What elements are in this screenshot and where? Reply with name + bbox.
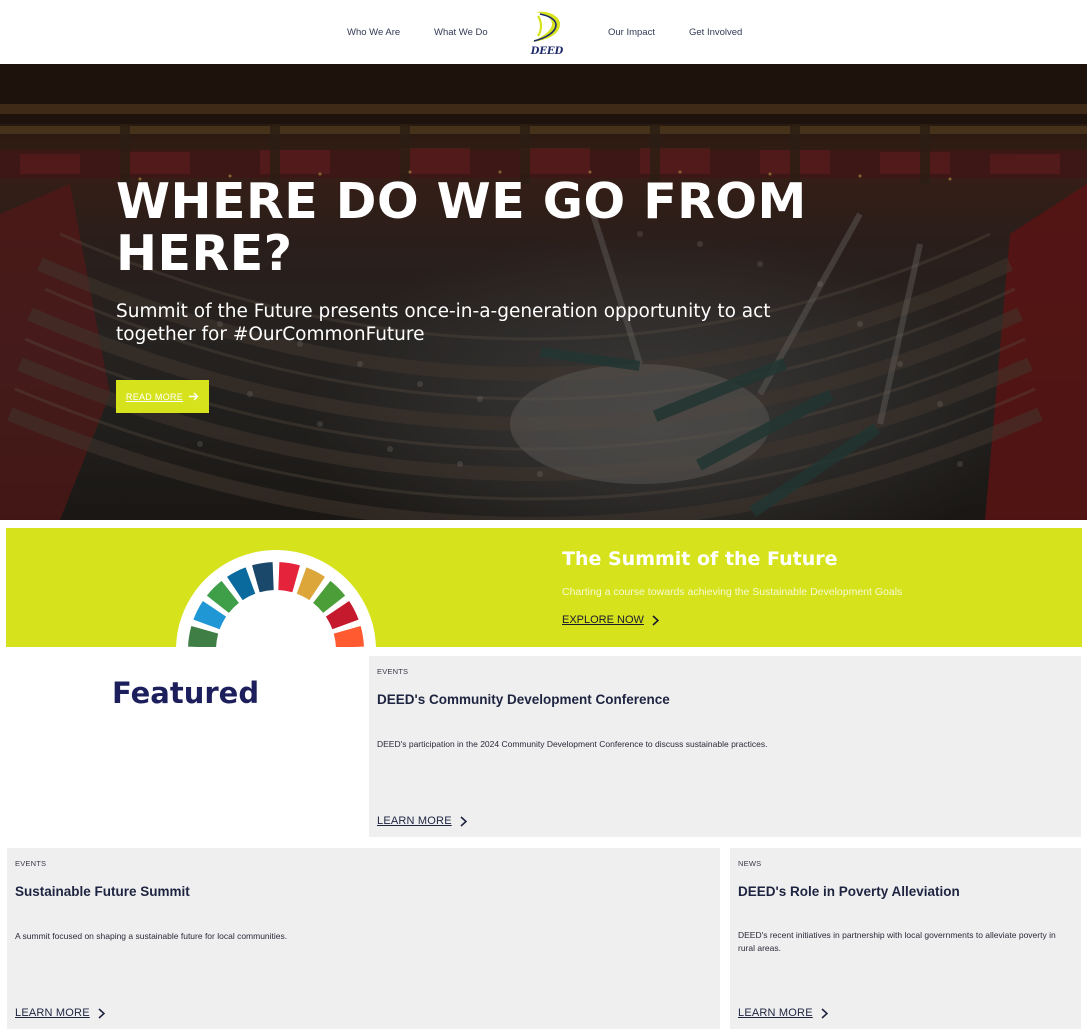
nav-get-involved[interactable]: Get Involved <box>689 27 742 38</box>
card-description: A summit focused on shaping a sustainabl… <box>15 931 288 941</box>
chevron-right-icon <box>821 1007 828 1019</box>
featured-card-summit[interactable]: EVENTS Sustainable Future Summit A summi… <box>7 848 720 1029</box>
site-header: Who We Are What We Do DEED Our Impact Ge… <box>0 0 1087 64</box>
chevron-right-icon <box>652 614 659 626</box>
chevron-right-icon <box>98 1007 105 1019</box>
nav-our-impact[interactable]: Our Impact <box>608 27 655 38</box>
deed-logo[interactable]: DEED <box>526 6 568 60</box>
hero-subtitle: Summit of the Future presents once-in-a-… <box>116 301 771 345</box>
card-category: EVENTS <box>15 859 47 868</box>
explore-now-link[interactable]: EXPLORE NOW <box>562 614 659 626</box>
featured-heading: Featured <box>112 676 260 710</box>
nav-who-we-are[interactable]: Who We Are <box>347 27 400 38</box>
card-title: DEED's Community Development Conference <box>377 692 670 707</box>
learn-more-label: LEARN MORE <box>15 1007 90 1019</box>
chevron-right-icon <box>460 815 467 827</box>
card-title: DEED's Role in Poverty Alleviation <box>738 884 960 899</box>
read-more-label: READ MORE <box>125 391 184 402</box>
banner-title: The Summit of the Future <box>562 548 838 570</box>
banner-description: Charting a course towards achieving the … <box>562 586 903 598</box>
card-description: DEED's participation in the 2024 Communi… <box>377 739 768 749</box>
sdg-wheel-icon <box>176 550 376 647</box>
summit-banner: The Summit of the Future Charting a cour… <box>6 528 1082 647</box>
logo-wordmark: DEED <box>530 46 564 57</box>
learn-more-link[interactable]: LEARN MORE <box>377 815 467 827</box>
featured-card-conference[interactable]: EVENTS DEED's Community Development Conf… <box>369 656 1081 837</box>
learn-more-link[interactable]: LEARN MORE <box>738 1007 828 1019</box>
learn-more-label: LEARN MORE <box>738 1007 813 1019</box>
learn-more-label: LEARN MORE <box>377 815 452 827</box>
card-category: EVENTS <box>377 667 409 676</box>
hero-title: WHERE DO WE GO FROM HERE? <box>116 173 807 282</box>
arrow-right-icon <box>189 392 199 401</box>
card-category: NEWS <box>738 859 762 868</box>
explore-now-label: EXPLORE NOW <box>562 614 644 626</box>
card-description: DEED's recent initiatives in partnership… <box>738 930 1056 953</box>
card-title: Sustainable Future Summit <box>15 884 190 899</box>
hero-section: WHERE DO WE GO FROM HERE? Summit of the … <box>0 64 1087 520</box>
learn-more-link[interactable]: LEARN MORE <box>15 1007 105 1019</box>
featured-card-poverty[interactable]: NEWS DEED's Role in Poverty Alleviation … <box>730 848 1081 1029</box>
nav-what-we-do[interactable]: What We Do <box>434 27 488 38</box>
read-more-button[interactable]: READ MORE <box>116 380 209 413</box>
hero-overlay <box>0 64 1087 520</box>
deed-logo-mark-icon <box>532 11 560 43</box>
